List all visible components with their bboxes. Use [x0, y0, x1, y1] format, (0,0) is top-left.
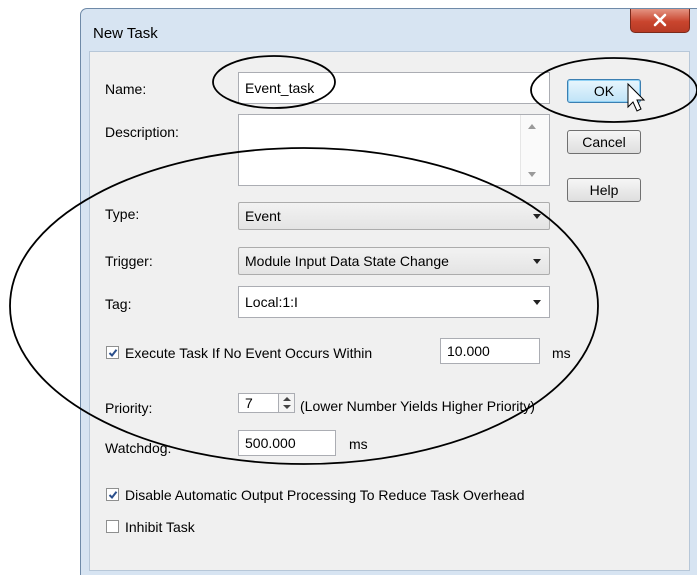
trigger-select[interactable]: Module Input Data State Change: [238, 247, 550, 275]
name-input[interactable]: Event_task: [238, 72, 550, 104]
arrow-up-icon[interactable]: [283, 397, 291, 401]
trigger-select-value: Module Input Data State Change: [245, 253, 449, 269]
type-select-value: Event: [245, 208, 281, 224]
close-icon: [653, 13, 667, 27]
tag-label: Tag:: [105, 296, 132, 312]
execute-task-label: Execute Task If No Event Occurs Within: [125, 345, 373, 361]
description-label: Description:: [105, 124, 179, 140]
title-bar[interactable]: New Task: [81, 9, 697, 51]
priority-stepper[interactable]: [278, 393, 295, 413]
chevron-down-icon: [533, 214, 541, 219]
type-label: Type:: [105, 206, 140, 222]
disable-output-label: Disable Automatic Output Processing To R…: [125, 487, 525, 503]
tag-select-value: Local:1:I: [245, 294, 298, 310]
ok-button[interactable]: OK: [567, 79, 641, 103]
inhibit-task-checkbox[interactable]: [106, 520, 119, 533]
disable-output-checkbox[interactable]: [106, 488, 119, 501]
trigger-label: Trigger:: [105, 253, 153, 269]
chevron-down-icon: [533, 300, 541, 305]
watchdog-unit-label: ms: [349, 436, 368, 452]
close-button[interactable]: [630, 9, 690, 33]
arrow-down-icon[interactable]: [283, 405, 291, 409]
scroll-down-icon[interactable]: [528, 172, 536, 177]
priority-hint: (Lower Number Yields Higher Priority): [300, 398, 535, 414]
execute-timeout-input[interactable]: 10.000: [440, 338, 540, 364]
inhibit-task-label: Inhibit Task: [125, 519, 195, 535]
execute-unit-label: ms: [552, 345, 571, 361]
chevron-down-icon: [533, 259, 541, 264]
type-select[interactable]: Event: [238, 202, 550, 230]
scroll-up-icon[interactable]: [528, 124, 536, 129]
cancel-button[interactable]: Cancel: [567, 130, 641, 154]
help-button[interactable]: Help: [567, 178, 641, 202]
dialog-title: New Task: [93, 25, 158, 42]
watchdog-input[interactable]: 500.000: [238, 430, 336, 456]
priority-label: Priority:: [105, 400, 153, 416]
name-label: Name:: [105, 81, 147, 97]
checkmark-icon: [108, 349, 118, 358]
execute-task-checkbox[interactable]: [106, 346, 119, 359]
watchdog-label: Watchdog:: [105, 440, 172, 456]
priority-input[interactable]: 7: [238, 393, 279, 413]
description-textarea[interactable]: [238, 114, 550, 186]
tag-select[interactable]: Local:1:I: [238, 286, 550, 318]
checkmark-icon: [108, 491, 118, 500]
